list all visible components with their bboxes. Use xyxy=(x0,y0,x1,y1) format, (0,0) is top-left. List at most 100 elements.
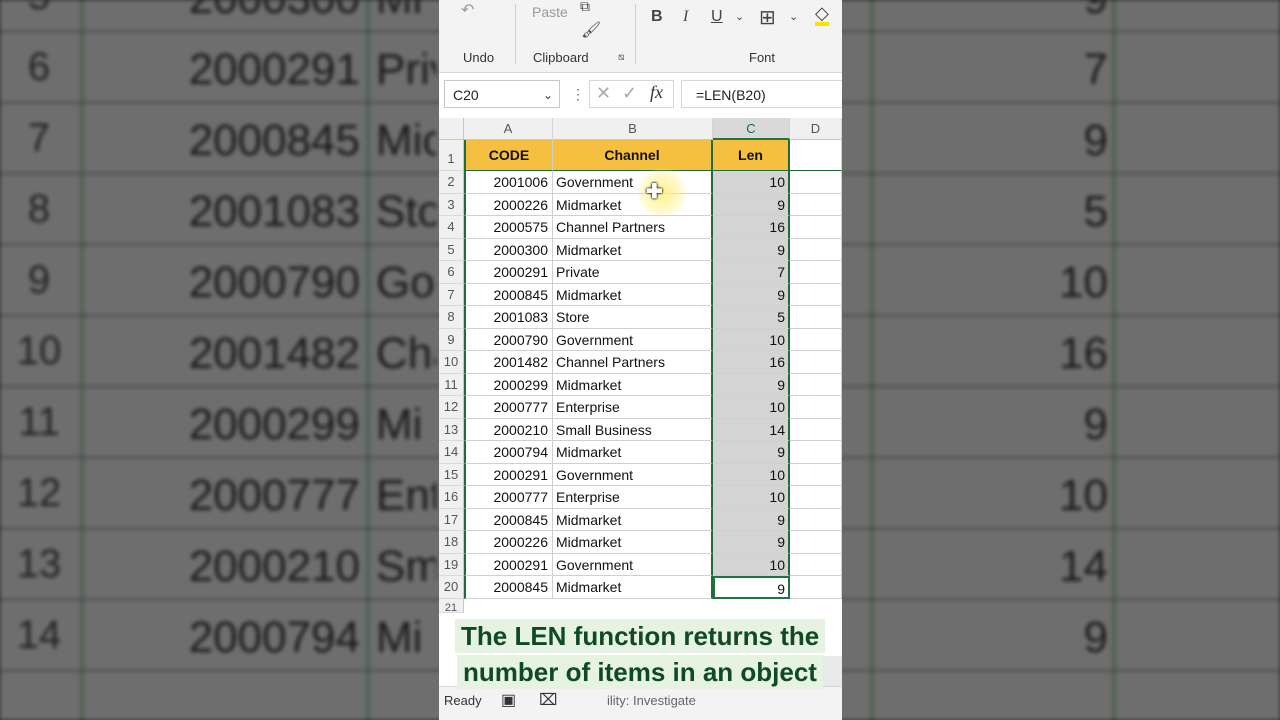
cell-code[interactable]: 2000291 xyxy=(464,553,553,576)
cell-channel[interactable]: Government xyxy=(553,328,713,351)
cell-code[interactable]: 2000845 xyxy=(464,508,553,531)
row-header[interactable]: 15 xyxy=(439,463,464,486)
cell-code[interactable]: 2000790 xyxy=(464,328,553,351)
undo-icon[interactable]: ↶ xyxy=(461,0,474,20)
more-options-icon[interactable]: ⋮ xyxy=(571,86,585,103)
row-header[interactable]: 19 xyxy=(439,553,464,576)
format-painter-icon[interactable]: 🖌 xyxy=(581,20,601,40)
cell[interactable] xyxy=(790,328,842,351)
row-header[interactable]: 11 xyxy=(439,373,464,396)
cell-channel[interactable]: Government xyxy=(553,463,713,486)
cell-code[interactable]: 2000291 xyxy=(464,463,553,486)
cell[interactable] xyxy=(790,193,842,216)
cell[interactable] xyxy=(790,216,842,239)
header-cell-code[interactable]: CODE xyxy=(464,140,553,171)
cell-channel[interactable]: Enterprise xyxy=(553,486,713,509)
name-box[interactable]: C20 ⌄ xyxy=(444,80,560,108)
row-header[interactable]: 21 xyxy=(439,599,464,614)
row-header[interactable]: 8 xyxy=(439,306,464,329)
cell-code[interactable]: 2000226 xyxy=(464,531,553,554)
cell-len[interactable]: 16 xyxy=(713,216,790,239)
column-header-b[interactable]: B xyxy=(553,118,713,140)
column-header-d[interactable]: D xyxy=(790,118,842,140)
italic-button[interactable]: I xyxy=(683,8,688,26)
cell-code[interactable]: 2000300 xyxy=(464,238,553,261)
cell-channel[interactable]: Channel Partners xyxy=(553,351,713,374)
cell-len[interactable]: 9 xyxy=(713,441,790,464)
row-header[interactable]: 12 xyxy=(439,396,464,419)
copy-icon[interactable]: ⧉ xyxy=(580,0,590,15)
macro-icon[interactable]: ▣ xyxy=(501,690,516,710)
paste-button[interactable]: Paste xyxy=(532,4,568,20)
cell-channel[interactable]: Private xyxy=(553,261,713,284)
cell-channel[interactable]: Government xyxy=(553,553,713,576)
cell-len[interactable]: 10 xyxy=(713,486,790,509)
cell-len[interactable]: 16 xyxy=(713,351,790,374)
row-header[interactable]: 7 xyxy=(439,283,464,306)
borders-icon[interactable]: ⊞ xyxy=(759,5,776,30)
cell-code[interactable]: 2000291 xyxy=(464,261,553,284)
cell-len[interactable]: 9 xyxy=(713,283,790,306)
cell-len[interactable]: 9 xyxy=(713,531,790,554)
accessibility-status[interactable]: ility: Investigate xyxy=(607,693,696,708)
row-header[interactable]: 20 xyxy=(439,576,464,599)
cell-code[interactable]: 2000794 xyxy=(464,441,553,464)
cell-code[interactable]: 2000845 xyxy=(464,283,553,306)
cell[interactable] xyxy=(790,396,842,419)
cell[interactable] xyxy=(790,418,842,441)
select-all-corner[interactable] xyxy=(439,118,464,140)
cell-channel[interactable]: Midmarket xyxy=(553,531,713,554)
underline-button[interactable]: U xyxy=(711,8,723,26)
cell[interactable] xyxy=(790,576,842,599)
cell-code[interactable]: 2001006 xyxy=(464,171,553,194)
cell-channel[interactable]: Midmarket xyxy=(553,508,713,531)
cell-len[interactable]: 9 xyxy=(713,373,790,396)
row-header[interactable]: 18 xyxy=(439,531,464,554)
row-header[interactable]: 16 xyxy=(439,486,464,509)
cell[interactable] xyxy=(790,351,842,374)
bold-button[interactable]: B xyxy=(651,8,663,26)
cell-len[interactable]: 9 xyxy=(713,508,790,531)
cell[interactable] xyxy=(790,486,842,509)
cell-channel[interactable]: Midmarket xyxy=(553,441,713,464)
chevron-down-icon[interactable]: ⌄ xyxy=(735,10,744,23)
cell-len[interactable]: 9 xyxy=(713,238,790,261)
row-header[interactable]: 5 xyxy=(439,238,464,261)
accessibility-icon[interactable]: ⌧ xyxy=(539,690,557,710)
cell[interactable] xyxy=(790,441,842,464)
cell-channel[interactable]: Midmarket xyxy=(553,238,713,261)
cell[interactable] xyxy=(790,463,842,486)
cell-channel[interactable]: Channel Partners xyxy=(553,216,713,239)
cell-code[interactable]: 2000226 xyxy=(464,193,553,216)
row-header[interactable]: 3 xyxy=(439,193,464,216)
fill-color-icon[interactable]: ◇ xyxy=(815,4,829,26)
cell-len[interactable]: 14 xyxy=(713,418,790,441)
cell-len[interactable]: 9 xyxy=(713,576,790,599)
cell[interactable] xyxy=(790,306,842,329)
cell-code[interactable]: 2000777 xyxy=(464,486,553,509)
cell-channel[interactable]: Midmarket xyxy=(553,373,713,396)
column-header-c[interactable]: C xyxy=(713,118,790,140)
insert-function-button[interactable]: fx xyxy=(650,82,663,103)
cell-code[interactable]: 2000777 xyxy=(464,396,553,419)
cell[interactable] xyxy=(790,238,842,261)
cell-code[interactable]: 2000575 xyxy=(464,216,553,239)
header-cell-len[interactable]: Len xyxy=(713,140,790,171)
formula-input[interactable]: =LEN(B20) xyxy=(681,80,842,108)
cell-code[interactable]: 2000845 xyxy=(464,576,553,599)
cell-len[interactable]: 10 xyxy=(713,553,790,576)
cell[interactable] xyxy=(790,531,842,554)
cell-len[interactable]: 7 xyxy=(713,261,790,284)
cell[interactable] xyxy=(790,508,842,531)
cell-len[interactable]: 10 xyxy=(713,463,790,486)
cell-channel[interactable]: Government xyxy=(553,171,713,194)
check-icon[interactable]: ✓ xyxy=(622,83,637,104)
row-header[interactable]: 6 xyxy=(439,261,464,284)
cell-len[interactable]: 10 xyxy=(713,171,790,194)
row-header[interactable]: 9 xyxy=(439,328,464,351)
row-header[interactable]: 13 xyxy=(439,418,464,441)
cell-code[interactable]: 2001083 xyxy=(464,306,553,329)
cell[interactable] xyxy=(790,283,842,306)
cell-code[interactable]: 2000299 xyxy=(464,373,553,396)
cell-channel[interactable]: Midmarket xyxy=(553,576,713,599)
